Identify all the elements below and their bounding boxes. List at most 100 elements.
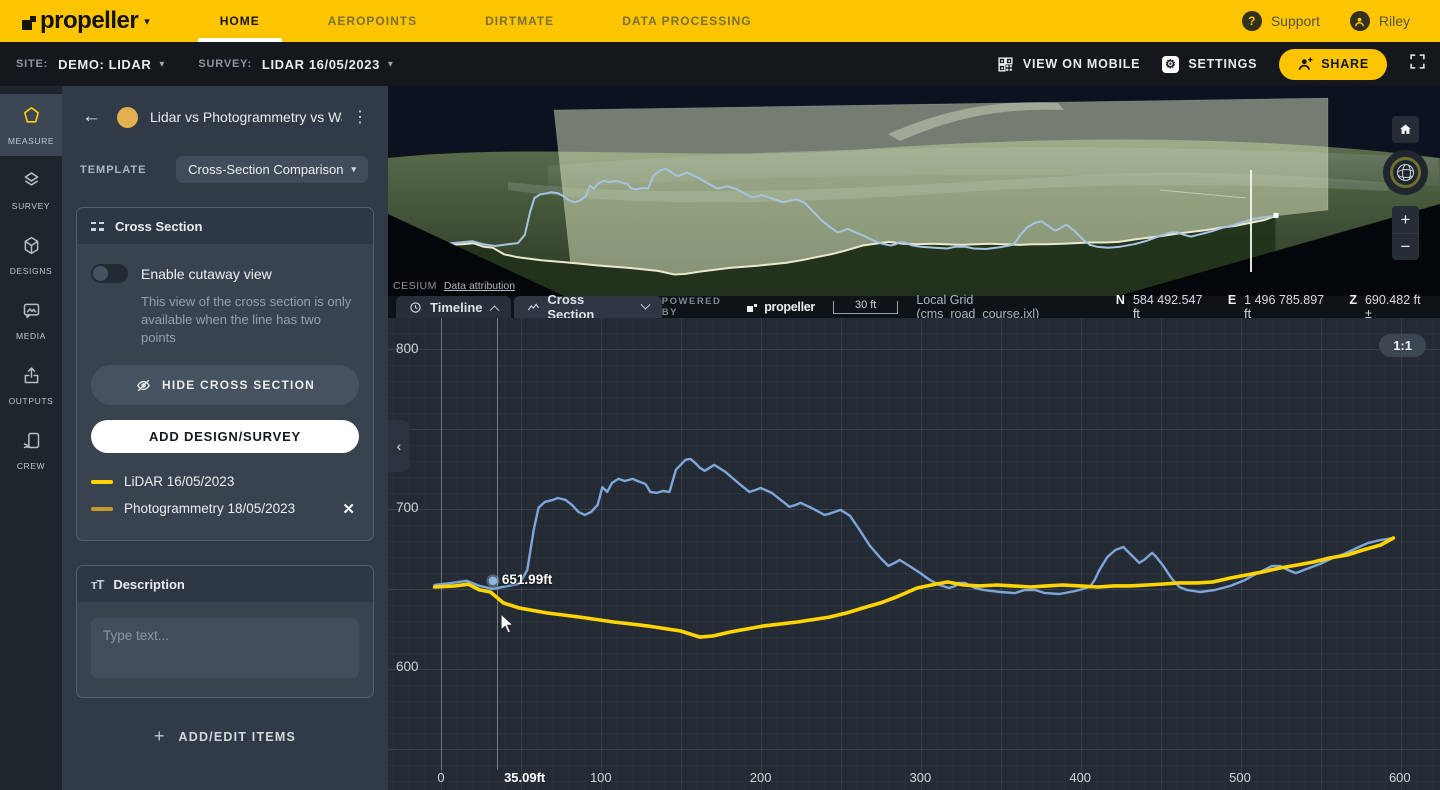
fullscreen-button[interactable] — [1409, 53, 1426, 75]
measurement-title: Lidar vs Photogrammetry vs Wa... — [150, 109, 342, 125]
marker-dot — [489, 577, 497, 585]
timeline-tab[interactable]: Timeline — [396, 296, 511, 318]
back-button[interactable]: ← — [82, 106, 101, 128]
coordinate-z: Z690.482 ft ± — [1349, 293, 1430, 321]
cutaway-toggle-label: Enable cutaway view — [141, 266, 272, 282]
aspect-ratio-badge[interactable]: 1:1 — [1379, 334, 1426, 357]
nav-tab-home[interactable]: HOME — [186, 0, 294, 42]
compass-control[interactable] — [1383, 150, 1428, 195]
description-input[interactable] — [91, 618, 359, 678]
site-selector[interactable]: SITE: DEMO: LIDAR ▾ — [16, 57, 164, 72]
sidebar-item-crew[interactable]: CREW — [0, 419, 62, 481]
media-icon — [21, 300, 42, 326]
site-bar: SITE: DEMO: LIDAR ▾ SURVEY: LIDAR 16/05/… — [0, 42, 1440, 86]
coordinate-e: E1 496 785.897 ft — [1228, 293, 1334, 321]
powered-by: POWERED BY propeller — [662, 296, 815, 318]
status-readout: POWERED BY propeller 30 ft Local Grid (c… — [662, 296, 1440, 318]
panel-header: ← Lidar vs Photogrammetry vs Wa... ⋮ — [62, 86, 388, 128]
card-title: Cross Section — [115, 219, 202, 234]
layer-row[interactable]: LiDAR 16/05/2023 — [91, 468, 359, 495]
nav-tab-dirtmate[interactable]: DIRTMATE — [451, 0, 588, 42]
survey-selector[interactable]: SURVEY: LIDAR 16/05/2023 ▾ — [198, 57, 393, 72]
layer-list: LiDAR 16/05/2023 Photogrammetry 18/05/202… — [91, 468, 359, 522]
terrain-scene — [388, 86, 1440, 296]
clock-icon — [409, 301, 422, 314]
coordinate-n: N584 492.547 ft — [1116, 293, 1212, 321]
add-edit-items-button[interactable]: + ADD/EDIT ITEMS — [62, 726, 388, 747]
chevron-down-icon: ▾ — [351, 164, 356, 175]
compass-ring-icon — [1390, 157, 1421, 188]
cross-section-tab[interactable]: Cross Section — [514, 296, 662, 318]
propeller-logo[interactable]: propeller ▾ — [18, 7, 150, 35]
cutaway-toggle[interactable] — [91, 264, 128, 283]
template-label: TEMPLATE — [80, 164, 146, 176]
site-label: SITE: — [16, 58, 48, 70]
cross-section-card-header[interactable]: Cross Section — [77, 208, 373, 244]
left-rail: MEASURESURVEYDESIGNSMEDIAOUTPUTSCREW — [0, 86, 62, 790]
powered-brand: propeller — [764, 300, 815, 314]
sidebar-item-survey[interactable]: SURVEY — [0, 159, 62, 221]
template-row: TEMPLATE Cross-Section Comparison ▾ — [80, 156, 368, 183]
coordinate-system-label: Local Grid (cms_road_course.jxl) — [916, 293, 1098, 321]
sidebar-item-media[interactable]: MEDIA — [0, 289, 62, 351]
attribution: CESIUM Data attribution — [393, 280, 515, 292]
view-on-mobile-button[interactable]: VIEW ON MOBILE — [997, 56, 1140, 73]
layer-name: Photogrammetry 18/05/2023 — [124, 501, 295, 516]
propeller-mark-icon — [747, 302, 757, 312]
sidebar-item-measure[interactable]: MEASURE — [0, 94, 62, 156]
hide-cross-section-button[interactable]: HIDE CROSS SECTION — [91, 365, 359, 405]
layer-row[interactable]: Photogrammetry 18/05/2023 ✕ — [91, 495, 359, 522]
home-view-button[interactable] — [1392, 116, 1419, 143]
home-icon — [1398, 122, 1413, 137]
settings-button[interactable]: ⚙ SETTINGS — [1162, 56, 1257, 73]
series-lidar-16-05-2023 — [435, 538, 1394, 637]
remove-layer-button[interactable]: ✕ — [338, 500, 359, 518]
marker-elevation-label: 651.99ft — [502, 572, 552, 587]
map-scale-bar: 30 ft — [833, 301, 898, 314]
propeller-app: propeller ▾ HOMEAEROPOINTSDIRTMATEDATA P… — [0, 0, 1440, 790]
cross-section-chart[interactable]: 800700600 0100200300400500600 35.09ft 65… — [388, 318, 1440, 790]
chart-plot — [388, 318, 1440, 790]
chevron-down-icon — [640, 299, 650, 309]
propeller-logo-icon — [18, 12, 36, 30]
cursor-coordinates: N584 492.547 ft E1 496 785.897 ft Z690.482… — [1116, 293, 1430, 321]
zoom-out-button[interactable]: − — [1392, 233, 1419, 260]
layer-name: LiDAR 16/05/2023 — [124, 474, 234, 489]
description-card-header[interactable]: тT Description — [77, 566, 373, 602]
layer-color-dash — [91, 507, 113, 511]
sidebar-item-designs[interactable]: DESIGNS — [0, 224, 62, 286]
help-icon: ? — [1242, 11, 1262, 31]
logo-text: propeller — [40, 7, 138, 35]
sidebar-item-outputs[interactable]: OUTPUTS — [0, 354, 62, 416]
share-button[interactable]: SHARE — [1279, 49, 1387, 80]
survey-label: SURVEY: — [198, 58, 251, 70]
data-attribution-link[interactable]: Data attribution — [444, 280, 515, 292]
support-button[interactable]: ? Support — [1242, 11, 1320, 31]
user-menu[interactable]: Riley — [1350, 11, 1410, 31]
view-on-mobile-label: VIEW ON MOBILE — [1023, 57, 1140, 71]
chevron-down-icon: ▾ — [159, 59, 164, 70]
settings-label: SETTINGS — [1188, 57, 1257, 71]
measurement-color-dot[interactable] — [117, 107, 138, 128]
mouse-cursor — [500, 613, 516, 635]
zoom-controls: + − — [1392, 206, 1419, 260]
nav-tab-data-processing[interactable]: DATA PROCESSING — [588, 0, 785, 42]
add-design-survey-button[interactable]: ADD DESIGN/SURVEY — [91, 420, 359, 453]
more-options-button[interactable]: ⋮ — [348, 107, 372, 127]
collapse-panel-handle[interactable]: ‹ — [388, 420, 410, 472]
map-3d-viewport[interactable]: CESIUM Data attribution + − — [388, 86, 1440, 296]
template-value: Cross-Section Comparison — [188, 162, 343, 177]
zoom-in-button[interactable]: + — [1392, 206, 1419, 233]
text-icon: тT — [91, 577, 103, 592]
measure-panel: ← Lidar vs Photogrammetry vs Wa... ⋮ TEM… — [62, 86, 388, 790]
eye-off-icon — [135, 377, 152, 394]
qr-code-icon — [997, 56, 1014, 73]
share-label: SHARE — [1321, 57, 1369, 71]
description-card: тT Description — [76, 565, 374, 698]
template-dropdown[interactable]: Cross-Section Comparison ▾ — [176, 156, 368, 183]
cross-section-card: Cross Section Enable cutaway view This v… — [76, 207, 374, 541]
nav-tab-aeropoints[interactable]: AEROPOINTS — [294, 0, 451, 42]
crew-icon — [21, 430, 42, 456]
top-nav: propeller ▾ HOMEAEROPOINTSDIRTMATEDATA P… — [0, 0, 1440, 42]
section-endpoint-handle[interactable] — [1274, 213, 1279, 218]
